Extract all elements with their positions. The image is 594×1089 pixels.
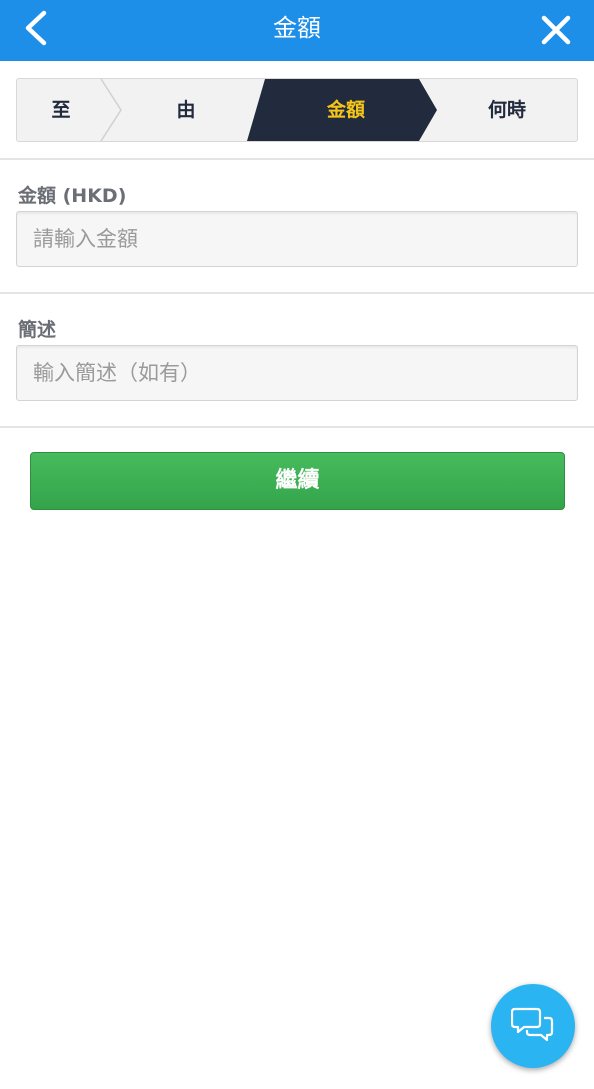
top-bar: 金額	[0, 0, 594, 61]
step-when: 何時	[487, 99, 526, 121]
step-to: 至	[51, 99, 71, 121]
continue-button[interactable]: 繼續	[30, 452, 565, 510]
amount-label: 金額 (HKD)	[18, 185, 127, 207]
chat-bubbles-icon	[511, 1007, 554, 1042]
step-from: 由	[176, 99, 196, 121]
description-input[interactable]	[16, 345, 578, 401]
description-label: 簡述	[18, 319, 57, 341]
step-amount: 金額	[326, 99, 365, 121]
divider	[0, 158, 594, 160]
divider	[0, 426, 594, 428]
close-icon	[541, 15, 571, 45]
amount-input[interactable]	[16, 211, 578, 267]
close-button[interactable]	[536, 10, 576, 50]
page-title: 金額	[273, 14, 321, 42]
divider	[0, 292, 594, 294]
step-indicator: 至 由 金額 何時	[16, 78, 578, 142]
chat-button[interactable]	[491, 984, 575, 1068]
